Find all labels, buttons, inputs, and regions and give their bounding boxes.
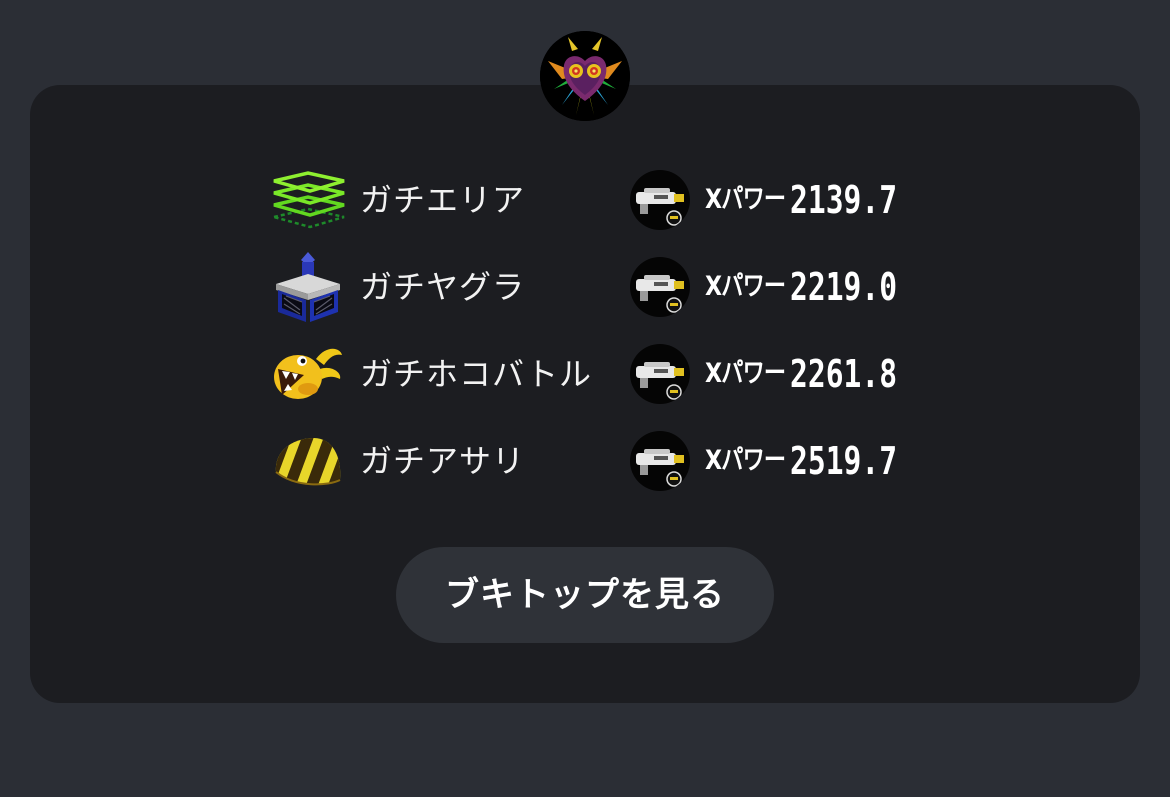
xpower-label: Xパワー — [705, 271, 786, 302]
avatar — [540, 31, 630, 121]
xpower-value: 2261.8 — [790, 352, 898, 396]
mode-name: ガチホコバトル — [360, 355, 592, 393]
mode-row-rainmaker: ガチホコバトル Xパワー 2261.8 — [30, 339, 1140, 409]
majora-mask-icon — [540, 31, 630, 121]
tower-control-icon — [268, 252, 348, 322]
mode-row-splat-zones: ガチエリア Xパワー 2139.7 — [30, 165, 1140, 235]
rainmaker-icon — [268, 339, 348, 409]
xpower-value: 2219.0 — [790, 265, 898, 309]
weapon-icon — [630, 344, 690, 404]
xpower-label: Xパワー — [705, 358, 786, 389]
mode-name: ガチアサリ — [360, 442, 526, 480]
xpower-value: 2519.7 — [790, 439, 898, 483]
xpower-value: 2139.7 — [790, 178, 898, 222]
mode-name: ガチヤグラ — [360, 268, 526, 306]
mode-row-tower-control: ガチヤグラ Xパワー 2219.0 — [30, 252, 1140, 322]
mode-row-clam-blitz: ガチアサリ Xパワー 2519.7 — [30, 426, 1140, 496]
mode-name: ガチエリア — [360, 181, 526, 219]
xpower-label: Xパワー — [705, 184, 786, 215]
clam-blitz-icon — [268, 426, 348, 496]
view-weapon-top-button[interactable]: ブキトップを見る — [396, 547, 774, 643]
splat-zones-icon — [268, 165, 348, 235]
profile-card: ガチエリア Xパワー 2139.7 ガチヤグラ Xパワー 2219.0 ガチホコ… — [30, 85, 1140, 703]
weapon-icon — [630, 170, 690, 230]
weapon-icon — [630, 257, 690, 317]
weapon-icon — [630, 431, 690, 491]
xpower-label: Xパワー — [705, 445, 786, 476]
